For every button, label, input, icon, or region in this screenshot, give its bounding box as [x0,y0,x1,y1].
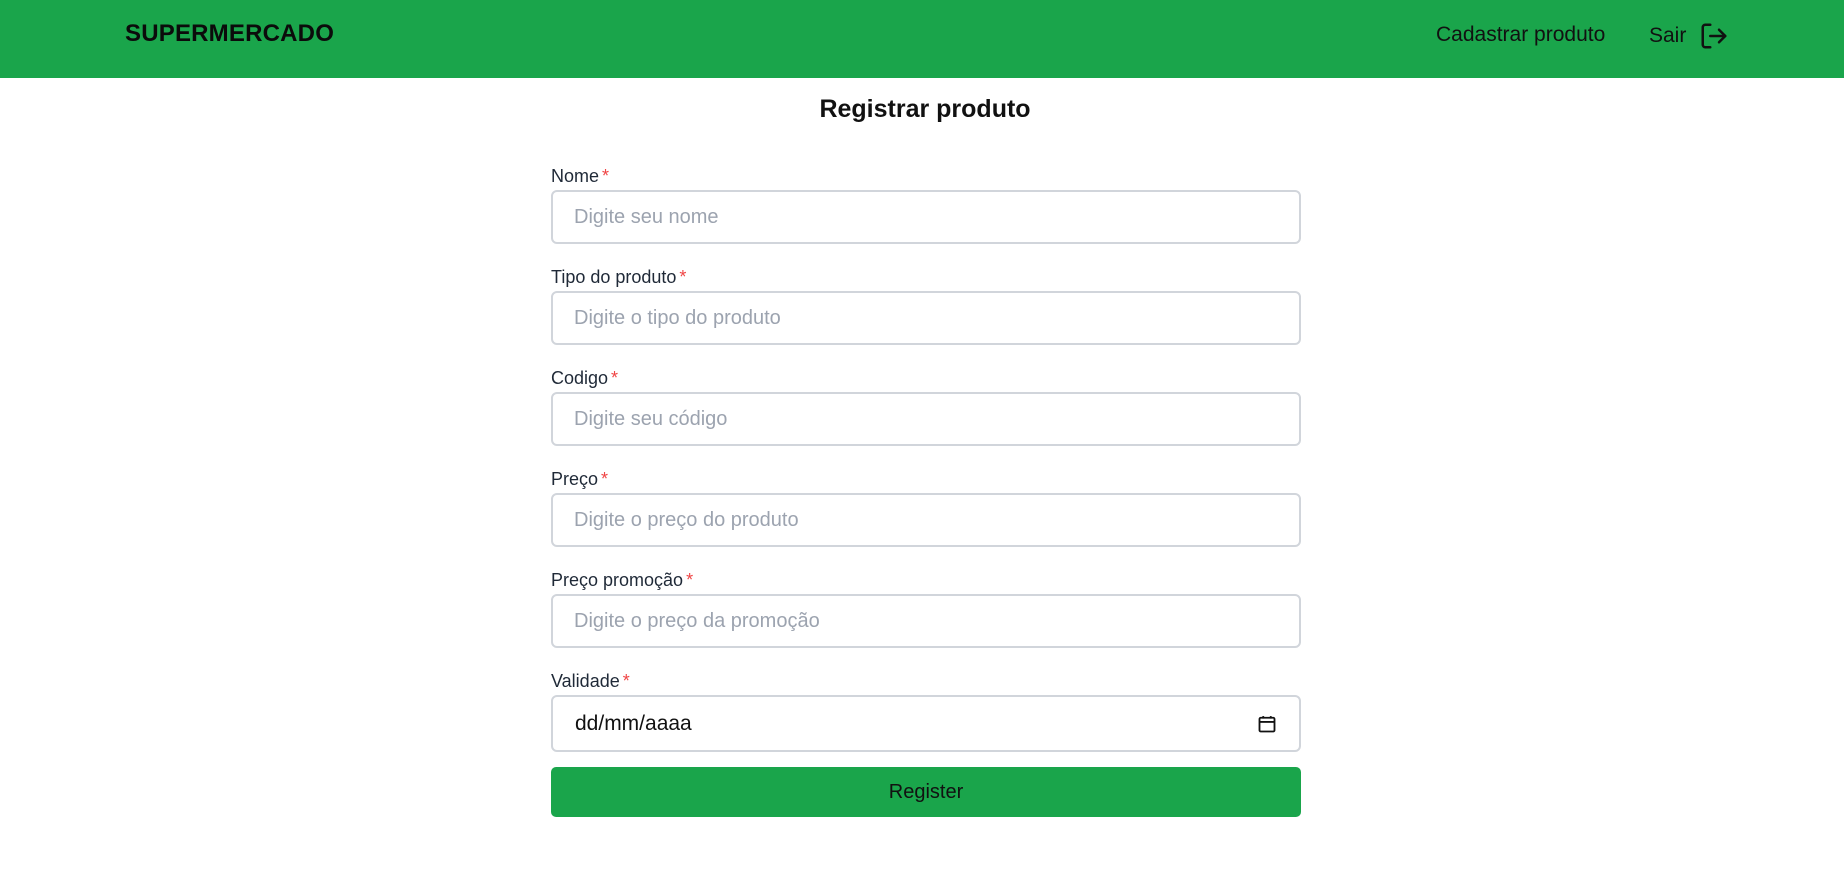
required-marker: * [622,671,630,691]
register-button[interactable]: Register [551,767,1301,817]
field-nome: Nome * [551,165,1301,244]
product-register-form: Nome* Tipo do produto* Codigo* Preço* Pr… [551,165,1301,817]
field-label-text: Tipo do produto [551,267,677,287]
field-label: Validade * [551,670,1301,692]
required-marker: * [602,166,610,186]
calendar-icon[interactable] [1257,714,1277,734]
required-marker: * [601,469,609,489]
field-label-text: Codigo [551,368,609,388]
page-title: Registrar produto [819,95,1031,123]
logout-link[interactable]: Sair [1649,21,1729,51]
tipo-produto-input[interactable] [551,291,1301,345]
field-label: Nome * [551,165,1301,187]
field-tipo-produto: Tipo do produto * [551,266,1301,345]
field-label-text: Preço [551,469,599,489]
field-codigo: Codigo * [551,367,1301,446]
validade-date-input[interactable]: dd/mm/aaaa [551,695,1301,752]
preco-input[interactable] [551,493,1301,547]
date-value: dd/mm/aaaa [575,711,692,735]
codigo-input[interactable] [551,392,1301,446]
field-label: Preço promoção * [551,569,1301,591]
logout-icon [1701,23,1727,49]
field-label-text: Nome [551,166,600,186]
required-marker: * [686,570,694,590]
field-label: Codigo * [551,367,1301,389]
required-marker: * [611,368,619,388]
nav-link-cadastrar-produto[interactable]: Cadastrar produto [1436,23,1605,47]
field-preco-promocao: Preço promoção * [551,569,1301,648]
field-label: Tipo do produto * [551,266,1301,288]
logout-label: Sair [1649,24,1687,47]
nome-input[interactable] [551,190,1301,244]
brand-logo-text[interactable]: SUPERMERCADO [125,20,334,48]
field-preco: Preço * [551,468,1301,547]
top-navbar: SUPERMERCADO Cadastrar produto Sair [0,0,1844,78]
field-label-text: Preço promoção [551,570,684,590]
required-marker: * [679,267,687,287]
field-label-text: Validade [551,671,620,691]
field-validade: Validade * dd/mm/aaaa [551,670,1301,752]
preco-promocao-input[interactable] [551,594,1301,648]
field-label: Preço * [551,468,1301,490]
